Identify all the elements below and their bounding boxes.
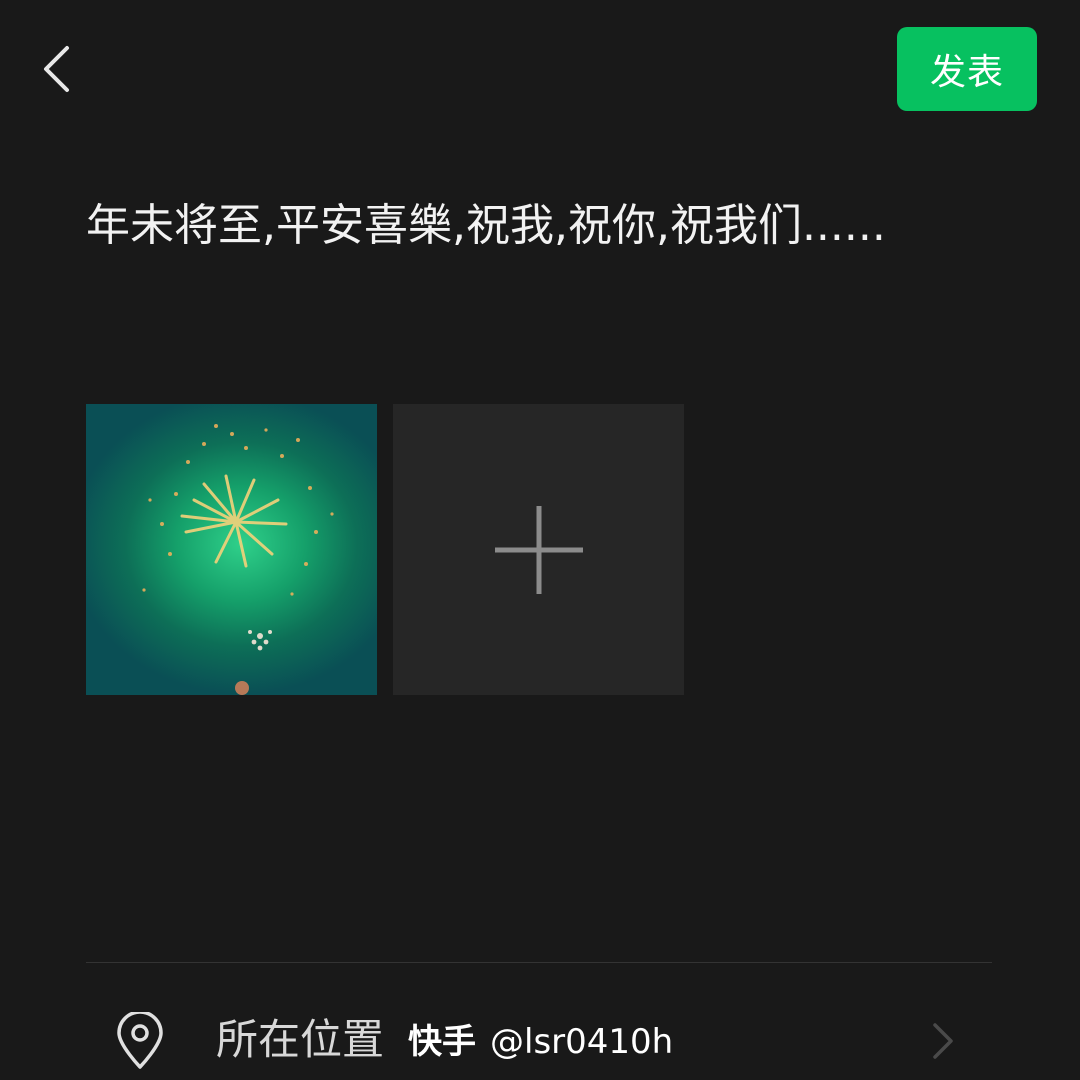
watermark: 快手 @lsr0410h [408, 1018, 673, 1066]
watermark-brand: 快手 [408, 1022, 476, 1062]
photo-grid [86, 404, 684, 695]
plus-icon [494, 505, 583, 594]
publish-button[interactable]: 发表 [897, 27, 1037, 111]
back-button[interactable] [28, 36, 84, 102]
watermark-handle: @lsr0410h [490, 1022, 674, 1062]
location-pin-icon [117, 1012, 163, 1069]
add-photo-button[interactable] [393, 404, 684, 695]
chevron-left-icon [44, 46, 69, 92]
compose-moment-screen: 发表 年未将至,平安喜樂,祝我,祝你,祝我们...... 所在位置 快手 @ls… [0, 0, 1080, 1080]
divider [86, 962, 992, 963]
location-label: 所在位置 [216, 1015, 385, 1064]
post-text-input[interactable]: 年未将至,平安喜樂,祝我,祝你,祝我们...... [86, 196, 1026, 256]
chevron-right-icon [933, 1023, 953, 1059]
fireworks-photo[interactable] [86, 404, 377, 695]
fireworks-image [142, 424, 334, 695]
